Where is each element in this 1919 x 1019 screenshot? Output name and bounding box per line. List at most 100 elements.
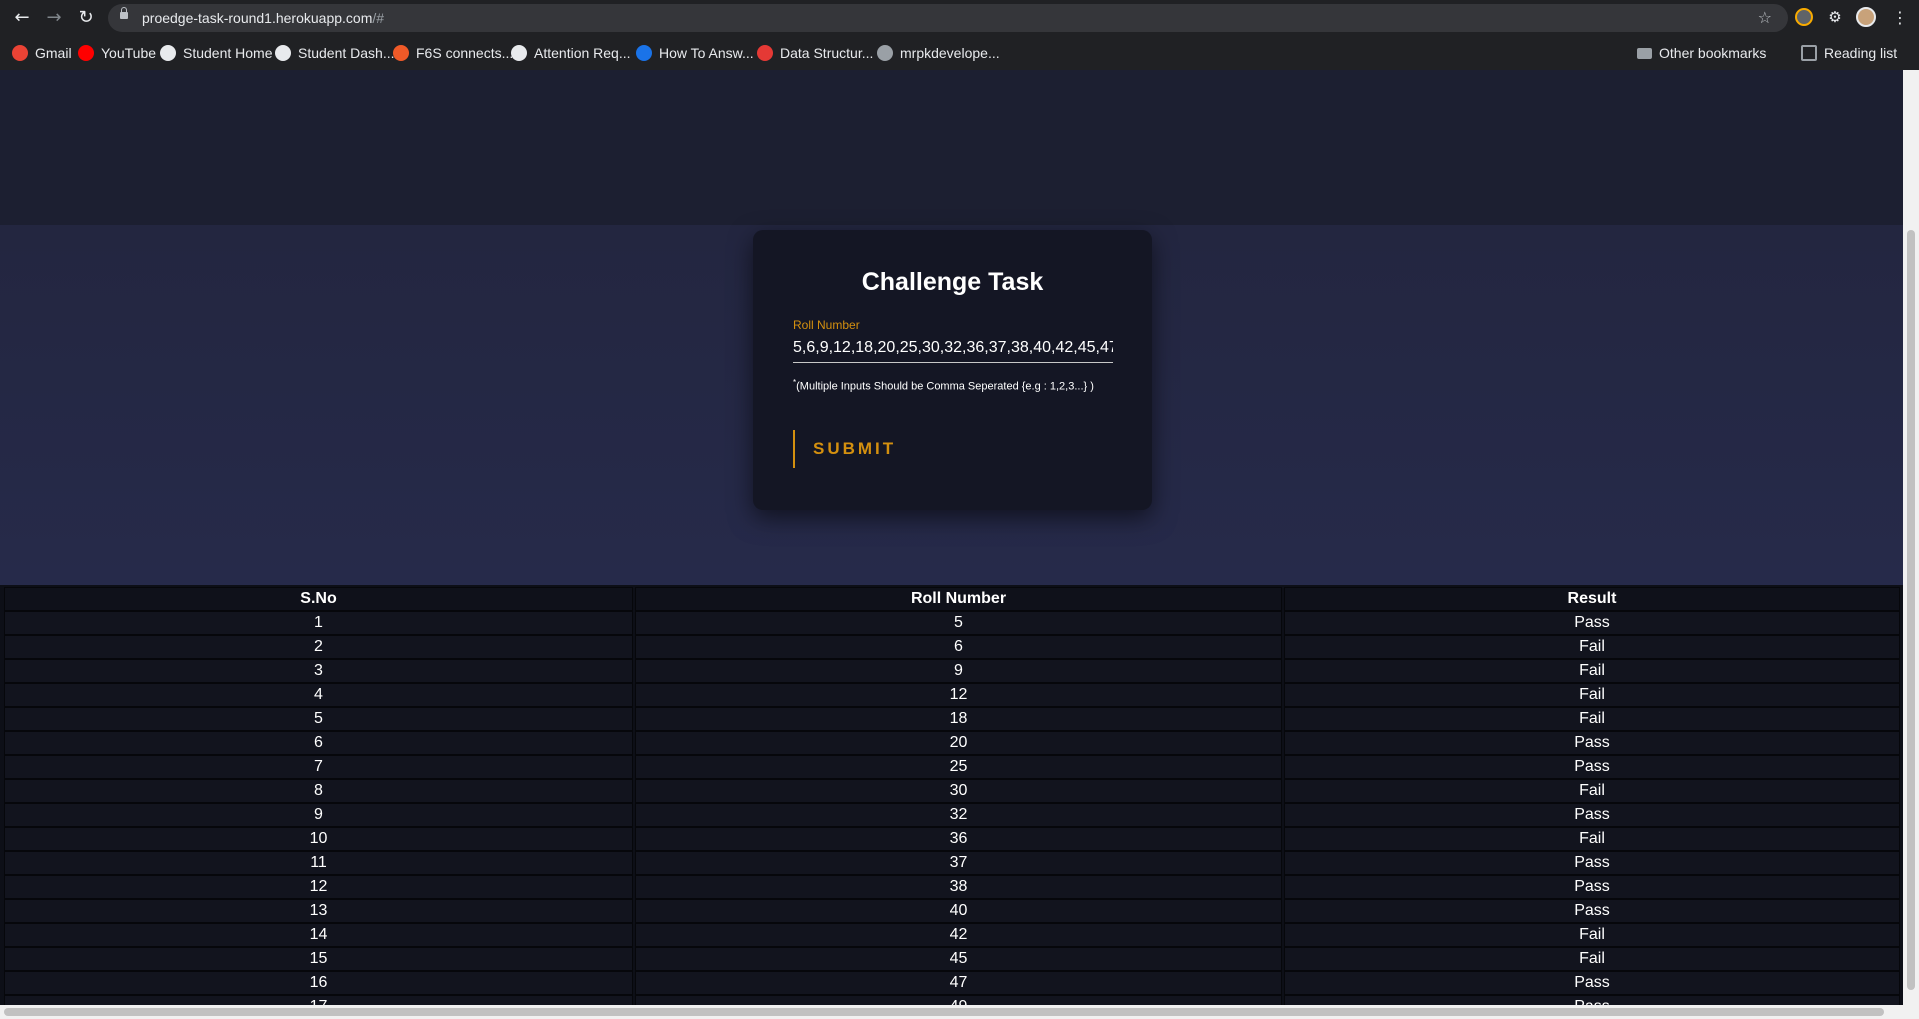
bookmark-item[interactable]: How To Answ...: [636, 36, 754, 70]
table-row: 3 9 Fail: [4, 659, 1900, 683]
forward-arrow-icon[interactable]: →: [42, 6, 66, 30]
roll-number-cell: 5: [635, 611, 1282, 635]
roll-number-cell: 9: [635, 659, 1282, 683]
header-result: Result: [1284, 587, 1900, 611]
card-title: Challenge Task: [861, 268, 1044, 296]
roll-number-cell: 18: [635, 707, 1282, 731]
back-arrow-icon[interactable]: ←: [10, 6, 34, 30]
table-row: 7 25 Pass: [4, 755, 1900, 779]
result-cell: Pass: [1284, 875, 1900, 899]
table-row: 13 40 Pass: [4, 899, 1900, 923]
bookmark-label: How To Answ...: [659, 45, 754, 61]
sno-cell: 8: [4, 779, 633, 803]
challenge-card: Challenge Task Roll Number *(Multiple In…: [753, 230, 1152, 510]
sno-cell: 17: [4, 995, 633, 1005]
bookmark-label: F6S connects...: [416, 45, 514, 61]
sno-cell: 3: [4, 659, 633, 683]
sno-cell: 1: [4, 611, 633, 635]
bookmark-label: mrpkdevelope...: [900, 45, 1000, 61]
lock-icon[interactable]: [120, 7, 128, 19]
table-row: 11 37 Pass: [4, 851, 1900, 875]
profile-avatar[interactable]: [1856, 7, 1876, 27]
roll-number-cell: 36: [635, 827, 1282, 851]
roll-number-cell: 32: [635, 803, 1282, 827]
hero-section: Challenge Task Roll Number *(Multiple In…: [0, 70, 1903, 585]
gmail-icon: [12, 45, 28, 61]
table-header-row: S.No Roll Number Result: [4, 587, 1900, 611]
bookmark-item[interactable]: YouTube: [78, 36, 156, 70]
vertical-scrollbar[interactable]: [1903, 70, 1919, 1005]
vertical-scroll-thumb[interactable]: [1907, 230, 1915, 990]
bookmark-label: Student Home: [183, 45, 273, 61]
results-table: S.No Roll Number Result 1 5 Pass 2 6 Fail 3 9 Fa…: [2, 587, 1902, 1005]
table-row: 2 6 Fail: [4, 635, 1900, 659]
header-sno: S.No: [4, 587, 633, 611]
roll-number-input[interactable]: [793, 334, 1113, 363]
header-roll-number: Roll Number: [635, 587, 1282, 611]
table-row: 16 47 Pass: [4, 971, 1900, 995]
bookmark-item[interactable]: Attention Req...: [511, 36, 631, 70]
result-cell: Pass: [1284, 611, 1900, 635]
sno-cell: 15: [4, 947, 633, 971]
result-cell: Fail: [1284, 947, 1900, 971]
reading-list[interactable]: Reading list: [1801, 36, 1897, 70]
horizontal-scrollbar[interactable]: [0, 1005, 1919, 1019]
bookmark-item[interactable]: F6S connects...: [393, 36, 513, 70]
sno-cell: 13: [4, 899, 633, 923]
result-cell: Fail: [1284, 923, 1900, 947]
other-bookmarks[interactable]: Other bookmarks: [1637, 36, 1766, 70]
result-cell: Pass: [1284, 995, 1900, 1005]
sno-cell: 11: [4, 851, 633, 875]
table-row: 14 42 Fail: [4, 923, 1900, 947]
roll-number-cell: 38: [635, 875, 1282, 899]
other-bookmarks-label: Other bookmarks: [1659, 45, 1767, 61]
result-cell: Pass: [1284, 731, 1900, 755]
puzzle-extensions-icon[interactable]: ⚙: [1826, 8, 1844, 26]
table-row: 8 30 Fail: [4, 779, 1900, 803]
address-bar[interactable]: proedge-task-round1.herokuapp.com/# ☆: [108, 4, 1788, 32]
bookmark-label: Attention Req...: [534, 45, 631, 61]
sno-cell: 14: [4, 923, 633, 947]
result-cell: Pass: [1284, 851, 1900, 875]
browser-toolbar: ← → ↻ proedge-task-round1.herokuapp.com/…: [0, 0, 1919, 36]
bookmark-star-icon[interactable]: ☆: [1758, 8, 1772, 27]
roll-number-cell: 25: [635, 755, 1282, 779]
extension-icon[interactable]: [1795, 8, 1813, 26]
sno-cell: 9: [4, 803, 633, 827]
result-cell: Pass: [1284, 971, 1900, 995]
bookmark-label: YouTube: [101, 45, 157, 61]
bookmark-item[interactable]: mrpkdevelope...: [877, 36, 1000, 70]
results-table-area: S.No Roll Number Result 1 5 Pass 2 6 Fail 3 9 Fa…: [0, 585, 1903, 1005]
result-cell: Pass: [1284, 803, 1900, 827]
submit-button[interactable]: SUBMIT: [793, 430, 913, 468]
sno-cell: 16: [4, 971, 633, 995]
youtube-icon: [78, 45, 94, 61]
bookmark-item[interactable]: Student Home: [160, 36, 273, 70]
table-row: 12 38 Pass: [4, 875, 1900, 899]
horizontal-scroll-thumb[interactable]: [4, 1008, 1884, 1016]
sno-cell: 6: [4, 731, 633, 755]
table-row: 1 5 Pass: [4, 611, 1900, 635]
roll-number-cell: 47: [635, 971, 1282, 995]
url-text[interactable]: proedge-task-round1.herokuapp.com/#: [142, 10, 384, 26]
roll-number-cell: 6: [635, 635, 1282, 659]
menu-kebab-icon[interactable]: ⋮: [1888, 6, 1912, 30]
input-hint: *(Multiple Inputs Should be Comma Sepera…: [793, 378, 1094, 393]
folder-icon: [1637, 47, 1652, 59]
hint-text: (Multiple Inputs Should be Comma Seperat…: [796, 380, 1094, 393]
sno-cell: 10: [4, 827, 633, 851]
table-row: 4 12 Fail: [4, 683, 1900, 707]
roll-number-cell: 30: [635, 779, 1282, 803]
table-row: 5 18 Fail: [4, 707, 1900, 731]
bookmark-item[interactable]: Gmail: [12, 36, 72, 70]
geeks-icon: [757, 45, 773, 61]
reload-icon[interactable]: ↻: [74, 6, 98, 30]
result-cell: Fail: [1284, 659, 1900, 683]
page-content: Challenge Task Roll Number *(Multiple In…: [0, 70, 1903, 1005]
bookmark-item[interactable]: Data Structur...: [757, 36, 873, 70]
result-cell: Fail: [1284, 683, 1900, 707]
result-cell: Pass: [1284, 755, 1900, 779]
table-row: 9 32 Pass: [4, 803, 1900, 827]
bookmark-item[interactable]: Student Dash...: [275, 36, 395, 70]
roll-number-cell: 12: [635, 683, 1282, 707]
